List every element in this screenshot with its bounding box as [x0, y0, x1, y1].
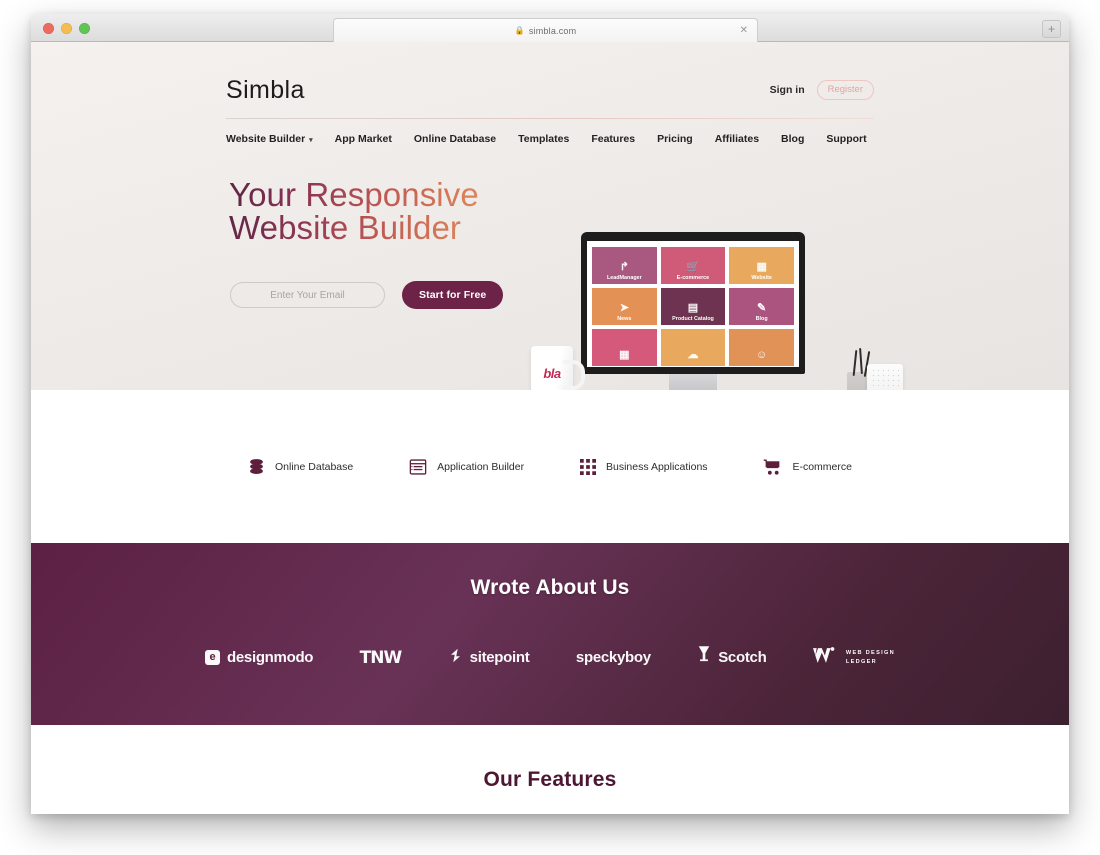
press-logo-row: e designmodo TNW sitepoint speckyboy Sco… — [205, 645, 895, 670]
app-tile: ➤ News — [592, 288, 657, 325]
section-title: Wrote About Us — [470, 576, 630, 599]
user-icon: ☺ — [756, 349, 768, 361]
tile-label: Product Catalog — [672, 315, 714, 322]
sitepoint-logo-icon — [448, 648, 463, 668]
window-controls — [43, 23, 90, 34]
grid-dots-icon — [580, 458, 596, 475]
tnw-logo-icon: TNW — [359, 647, 403, 668]
list-window-icon — [409, 458, 427, 475]
strip-item-ecommerce[interactable]: E-commerce — [763, 458, 852, 475]
app-tile: ☁ — [660, 329, 726, 366]
email-field[interactable] — [230, 282, 385, 308]
page-viewport: Simbla Sign in Register Website Builder … — [31, 42, 1069, 814]
brand-tnw[interactable]: TNW — [359, 647, 403, 668]
brand-speckyboy[interactable]: speckyboy — [576, 649, 651, 666]
plus-icon[interactable]: + — [1042, 20, 1061, 38]
tile-label: E-commerce — [676, 274, 710, 281]
grid-layout-icon: ▦ — [756, 260, 767, 273]
brand-web-design-ledger[interactable]: WEB DESIGN LEDGER — [812, 646, 895, 670]
brand-designmodo[interactable]: e designmodo — [205, 649, 313, 666]
strip-item-business-applications[interactable]: Business Applications — [580, 458, 708, 475]
nav-label: Website Builder — [226, 133, 306, 145]
monitor-stand — [669, 374, 717, 390]
tile-label: LeadManager — [606, 274, 642, 281]
browser-chrome: 🔒 simbla.com ✕ + — [31, 14, 1069, 42]
strip-label: E-commerce — [792, 460, 852, 473]
close-icon[interactable]: ✕ — [740, 25, 748, 36]
lock-icon: 🔒 — [514, 26, 525, 35]
tab-title: 🔒 simbla.com — [515, 26, 577, 36]
web-design-ledger-icon — [812, 646, 839, 670]
brand-sitepoint[interactable]: sitepoint — [448, 648, 530, 668]
mug-logo: bla — [543, 366, 561, 381]
strip-item-application-builder[interactable]: Application Builder — [409, 458, 525, 475]
nav-item-website-builder[interactable]: Website Builder ▾ — [226, 133, 313, 145]
page-title: Your Responsive Website Builder — [229, 176, 479, 246]
app-tile: ▦ — [592, 329, 657, 366]
database-icon — [248, 458, 265, 475]
section-title: Our Features — [483, 768, 617, 791]
book-icon: ▤ — [687, 301, 699, 314]
scotch-glass-icon — [697, 645, 711, 670]
tab-url-text: simbla.com — [528, 25, 577, 36]
wdl-line2: LEDGER — [845, 658, 877, 665]
brand-label: sitepoint — [469, 649, 530, 666]
speckyboy-logo-icon: speckyboy — [575, 649, 651, 666]
strip-label: Business Applications — [606, 460, 708, 473]
coffee-mug: bla — [531, 346, 585, 390]
brand-scotch[interactable]: Scotch — [697, 645, 767, 670]
app-tile: ▦ Website — [729, 247, 794, 284]
close-window-button[interactable] — [43, 23, 54, 34]
monitor-screen: ↱ LeadManager 🛒 E-commerce ▦ Website ➤ N… — [587, 241, 799, 367]
desk-illustration: ↱ LeadManager 🛒 E-commerce ▦ Website ➤ N… — [509, 54, 929, 390]
cart-icon: 🛒 — [686, 260, 700, 273]
our-features-section: Our Features — [31, 725, 1069, 814]
hero-section: Simbla Sign in Register Website Builder … — [31, 42, 1069, 390]
pencil-icon: ✎ — [757, 301, 767, 314]
nav-item-app-market[interactable]: App Market — [335, 133, 392, 145]
tile-label: Website — [751, 274, 772, 281]
tile-label: Blog — [755, 315, 768, 322]
strip-item-online-database[interactable]: Online Database — [248, 458, 353, 475]
brand-label: WEB DESIGN LEDGER — [846, 649, 895, 665]
tile-label: News — [617, 315, 632, 322]
cloud-icon: ☁ — [687, 349, 699, 361]
app-tile: ↱ LeadManager — [592, 247, 657, 284]
paper-plane-icon: ➤ — [619, 301, 629, 314]
signup-form: Start for Free — [230, 281, 504, 309]
monitor-illustration: ↱ LeadManager 🛒 E-commerce ▦ Website ➤ N… — [581, 232, 805, 374]
pencil-icon — [859, 347, 863, 375]
wdl-line1: WEB DESIGN — [845, 650, 895, 657]
feature-strip: Online Database Application Builder Busi… — [31, 390, 1069, 543]
pencil-holder-light — [867, 364, 903, 390]
start-for-free-button[interactable]: Start for Free — [402, 281, 504, 309]
wrote-about-us-section: Wrote About Us e designmodo TNW sitepoin… — [31, 543, 1069, 725]
designmodo-badge-icon: e — [205, 650, 220, 665]
strip-label: Application Builder — [437, 460, 525, 473]
arrow-curve-icon: ↱ — [619, 260, 629, 273]
shopping-cart-icon — [763, 458, 782, 475]
feature-strip-inner: Online Database Application Builder Busi… — [248, 458, 852, 475]
calendar-icon: ▦ — [619, 349, 630, 361]
app-tile-grid: ↱ LeadManager 🛒 E-commerce ▦ Website ➤ N… — [592, 247, 794, 366]
app-tile: ▤ Product Catalog — [660, 288, 726, 325]
minimize-window-button[interactable] — [61, 23, 72, 34]
chevron-down-icon: ▾ — [309, 137, 313, 144]
app-tile: 🛒 E-commerce — [660, 247, 726, 284]
brand-label: Scotch — [718, 649, 767, 666]
browser-window: 🔒 simbla.com ✕ + Simbla Sign in Register… — [31, 14, 1069, 814]
app-tile: ✎ Blog — [729, 288, 794, 325]
maximize-window-button[interactable] — [79, 23, 90, 34]
brand-label: designmodo — [227, 649, 314, 666]
browser-tab[interactable]: 🔒 simbla.com ✕ — [333, 18, 758, 42]
strip-label: Online Database — [275, 460, 354, 473]
nav-item-online-database[interactable]: Online Database — [414, 133, 496, 145]
app-tile: ☺ — [729, 329, 794, 366]
